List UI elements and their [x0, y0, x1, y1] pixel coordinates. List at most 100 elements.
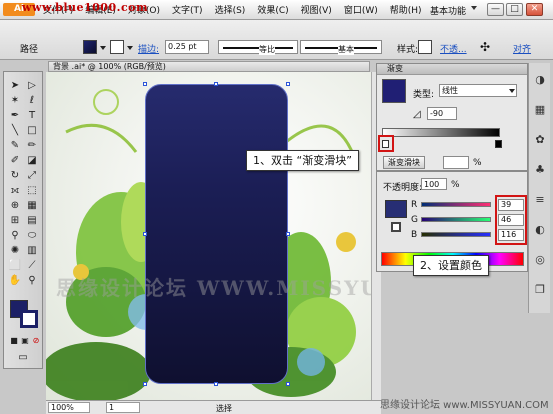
transparency-panel-icon[interactable]: ◐ [533, 223, 547, 237]
perspective-grid-icon[interactable]: ▦ [25, 200, 39, 212]
fill-swatch[interactable] [83, 40, 97, 54]
gradient-preview-swatch[interactable] [382, 79, 406, 103]
align-link[interactable]: 对齐 [513, 42, 531, 55]
blob-brush-icon[interactable]: ✐ [8, 155, 22, 167]
selection-handle[interactable] [143, 382, 147, 386]
menu-help[interactable]: 帮助(H) [386, 3, 426, 16]
pen-tool-icon[interactable]: ✒ [8, 110, 22, 122]
color-stroke-swatch[interactable] [391, 222, 401, 232]
workspace-switcher[interactable]: 基本功能 [430, 4, 466, 17]
none-mode-icon[interactable]: ⊘ [29, 335, 43, 347]
selection-handle[interactable] [286, 232, 290, 236]
stroke-link[interactable]: 描边: [138, 42, 159, 55]
stroke-swatch[interactable] [110, 40, 124, 54]
selection-handle[interactable] [143, 82, 147, 86]
selection-handle[interactable] [286, 82, 290, 86]
gradient-stop-right[interactable] [495, 140, 502, 148]
menu-effect[interactable]: 效果(C) [253, 3, 292, 16]
lasso-icon[interactable]: ℓ [25, 95, 39, 107]
document-tab[interactable]: 背景 .ai* @ 100% (RGB/预览) [48, 61, 370, 72]
brushes-panel-icon[interactable]: ✿ [533, 133, 547, 147]
chevron-down-icon[interactable] [127, 46, 133, 50]
symbol-sprayer-icon[interactable]: ✺ [8, 245, 22, 257]
menu-view[interactable]: 视图(V) [297, 3, 336, 16]
b-slider[interactable] [421, 232, 491, 237]
magic-wand-icon[interactable]: ✶ [8, 95, 22, 107]
appearance-panel-icon[interactable]: ◎ [533, 253, 547, 267]
chevron-down-icon[interactable] [471, 6, 477, 10]
selection-handle[interactable] [286, 382, 290, 386]
angle-icon: ◿ [413, 109, 421, 120]
line-tool-icon[interactable]: ╲ [8, 125, 22, 137]
gradient-location-field[interactable] [443, 156, 469, 169]
gradient-tool-icon[interactable]: ▤ [25, 215, 39, 227]
width-tool-icon[interactable]: ⟗ [8, 185, 22, 197]
color-fill-swatch[interactable] [385, 200, 407, 218]
step2-callout: 2、设置颜色 [413, 255, 489, 276]
opacity-link[interactable]: 不透... [440, 42, 467, 55]
minimize-button[interactable]: — [487, 3, 504, 16]
selection-handle[interactable] [214, 382, 218, 386]
color-panel-icon[interactable]: ◑ [533, 73, 547, 87]
paintbrush-icon[interactable]: ✎ [8, 140, 22, 152]
swatches-panel-icon[interactable]: ▦ [533, 103, 547, 117]
direct-selection-tool-icon[interactable]: ▷ [25, 80, 39, 92]
selection-handle[interactable] [214, 82, 218, 86]
type-tool-icon[interactable]: T [25, 110, 39, 122]
blend-tool-icon[interactable]: ⬭ [25, 230, 39, 242]
gradient-slider-bar[interactable] [382, 128, 500, 137]
stroke-color-box[interactable] [20, 310, 38, 328]
gradient-type-select[interactable]: 线性 [439, 84, 517, 97]
pencil-icon[interactable]: ✏ [25, 140, 39, 152]
menu-window[interactable]: 窗口(W) [340, 3, 382, 16]
transform-icon[interactable]: ✣ [480, 40, 490, 54]
opacity-percent: % [451, 180, 460, 190]
document-tab-title: 背景 .ai* @ 100% (RGB/预览) [53, 62, 166, 71]
selected-rounded-rectangle[interactable] [145, 84, 288, 384]
maximize-button[interactable]: □ [506, 3, 523, 16]
variable-width-profile[interactable] [218, 40, 298, 54]
screen-mode-icon[interactable]: ▭ [16, 352, 30, 364]
scale-tool-icon[interactable]: ⤢ [25, 170, 39, 182]
gradient-panel: 渐变 类型: 线性 ◿ -90 渐变滑块 % [376, 63, 528, 171]
stroke-panel-icon[interactable]: ≡ [533, 193, 547, 207]
site-watermark: www.blue1000.com [22, 1, 149, 14]
hand-tool-icon[interactable]: ✋ [8, 275, 22, 287]
panel-dock: ◑ ▦ ✿ ♣ ≡ ◐ ◎ ❐ [528, 63, 550, 313]
gradient-stop-highlight [378, 135, 394, 152]
symbols-panel-icon[interactable]: ♣ [533, 163, 547, 177]
zoom-field[interactable]: 100% [48, 402, 90, 413]
artwork-canvas[interactable]: 思缘设计论坛 WWW.MISSYUAN.COM MYVINET [46, 72, 371, 400]
percent-sign: % [473, 158, 482, 168]
gradient-slider-button[interactable]: 渐变滑块 [383, 156, 425, 169]
zoom-tool-icon[interactable]: ⚲ [25, 275, 39, 287]
eyedropper-icon[interactable]: ⚲ [8, 230, 22, 242]
mesh-tool-icon[interactable]: ⊞ [8, 215, 22, 227]
menu-select[interactable]: 选择(S) [211, 3, 250, 16]
chevron-down-icon[interactable] [100, 46, 106, 50]
r-label: R [411, 200, 418, 210]
artboard-tool-icon[interactable]: ⬜ [8, 260, 22, 272]
chevron-down-icon[interactable] [509, 89, 515, 93]
stroke-weight-field[interactable]: 0.25 pt [165, 40, 209, 54]
free-transform-icon[interactable]: ⬚ [25, 185, 39, 197]
r-slider[interactable] [421, 202, 491, 207]
gradient-type-label: 类型: [413, 90, 435, 100]
layers-panel-icon[interactable]: ❐ [533, 283, 547, 297]
eraser-icon[interactable]: ◪ [25, 155, 39, 167]
shape-builder-icon[interactable]: ⊕ [8, 200, 22, 212]
artboard-navigator[interactable]: 1 [106, 402, 140, 413]
graphic-style-swatch[interactable] [418, 40, 432, 54]
close-button[interactable]: ✕ [526, 3, 543, 16]
opacity-field[interactable]: 100 [421, 178, 447, 190]
graph-tool-icon[interactable]: ▥ [25, 245, 39, 257]
menu-type[interactable]: 文字(T) [168, 3, 207, 16]
tools-panel: ➤ ▷ ✶ ℓ ✒ T ╲ □ ✎ ✏ ✐ ◪ ↻ ⤢ ⟗ ⬚ ⊕ ▦ ⊞ ▤ … [3, 71, 43, 369]
rectangle-tool-icon[interactable]: □ [25, 125, 39, 137]
slice-tool-icon[interactable]: ⟋ [25, 260, 39, 272]
selection-tool-icon[interactable]: ➤ [8, 80, 22, 92]
selection-handle[interactable] [143, 232, 147, 236]
rotate-tool-icon[interactable]: ↻ [8, 170, 22, 182]
gradient-angle-field[interactable]: -90 [427, 107, 457, 120]
g-slider[interactable] [421, 217, 491, 222]
